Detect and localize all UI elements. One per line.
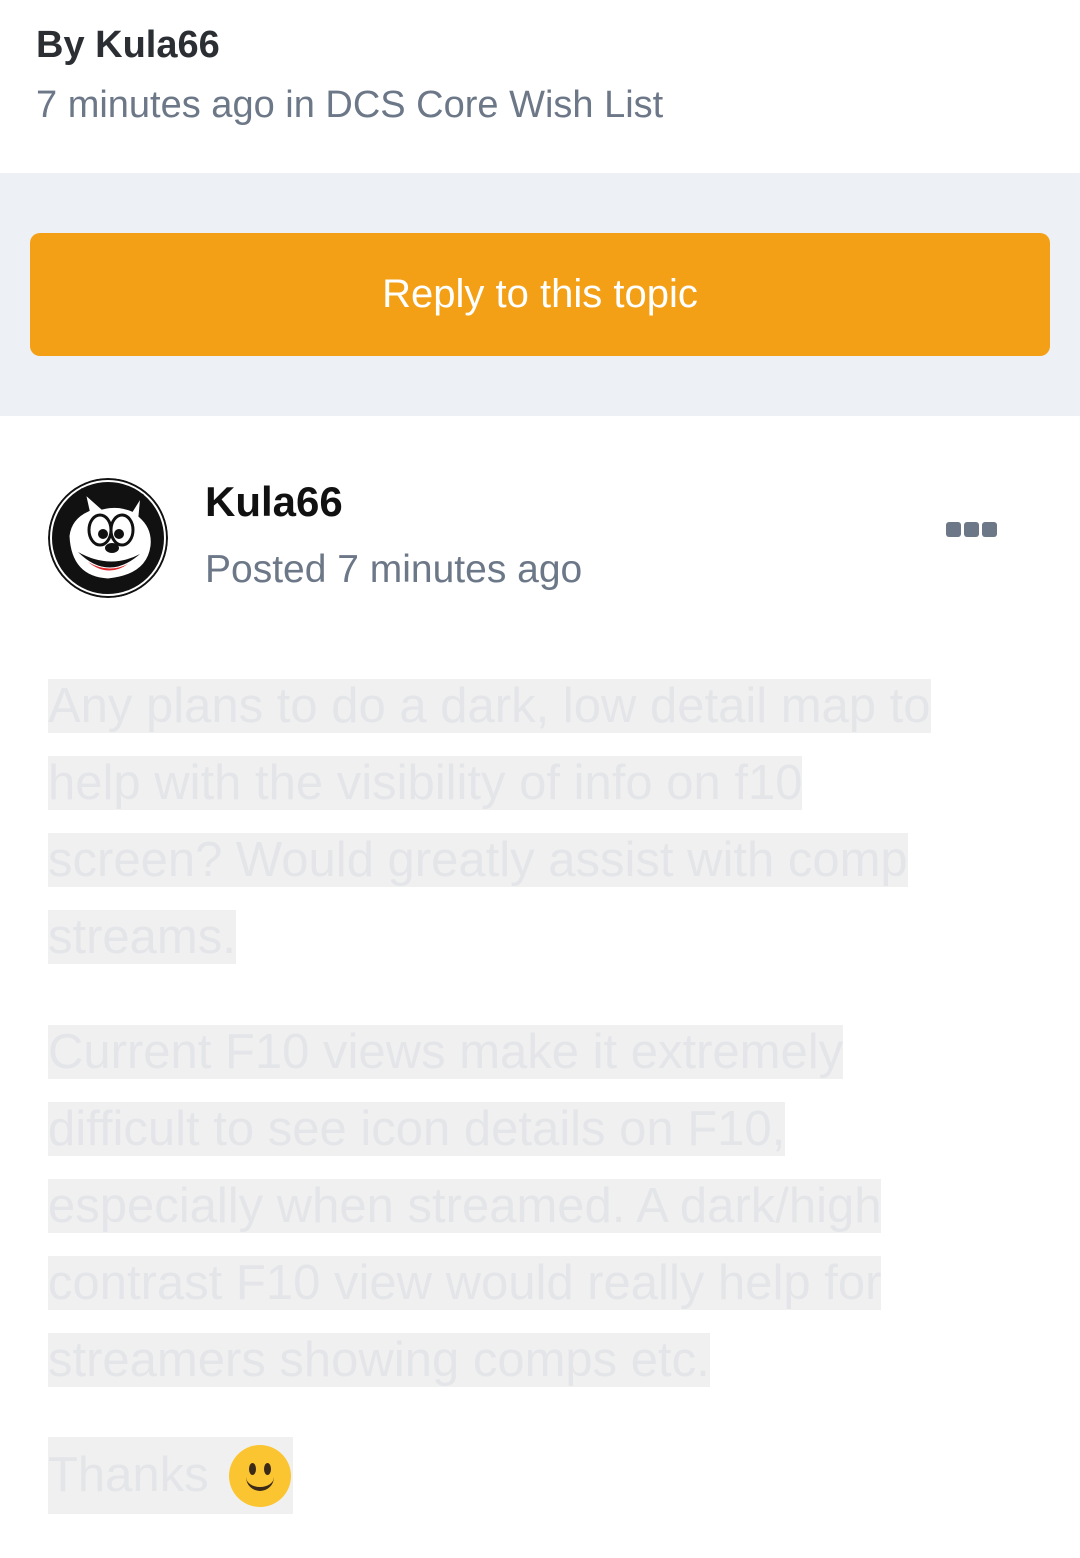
topic-meta[interactable]: 7 minutes ago in DCS Core Wish List xyxy=(36,84,663,127)
thanks-line: Thanks xyxy=(48,1437,293,1514)
post-paragraph: Thanks xyxy=(48,1437,988,1514)
thanks-text: Thanks xyxy=(48,1448,209,1502)
topic-header: By Kula66 7 minutes ago in DCS Core Wish… xyxy=(0,0,1080,173)
smiley-emoji-icon xyxy=(228,1444,291,1507)
post: Kula66 Posted 7 minutes ago Any plans to… xyxy=(0,416,1080,1558)
more-options-icon[interactable] xyxy=(946,522,998,542)
reply-to-topic-button[interactable]: Reply to this topic xyxy=(30,233,1050,356)
reply-band: Reply to this topic xyxy=(0,173,1080,416)
post-content: Any plans to do a dark, low detail map t… xyxy=(48,668,988,1552)
avatar[interactable] xyxy=(48,478,168,598)
post-author[interactable]: Kula66 xyxy=(205,478,343,526)
post-paragraph: Any plans to do a dark, low detail map t… xyxy=(48,679,931,964)
topic-author[interactable]: By Kula66 xyxy=(36,24,220,67)
post-timestamp: Posted 7 minutes ago xyxy=(205,548,583,591)
post-paragraph: Current F10 views make it extremely diff… xyxy=(48,1025,882,1387)
